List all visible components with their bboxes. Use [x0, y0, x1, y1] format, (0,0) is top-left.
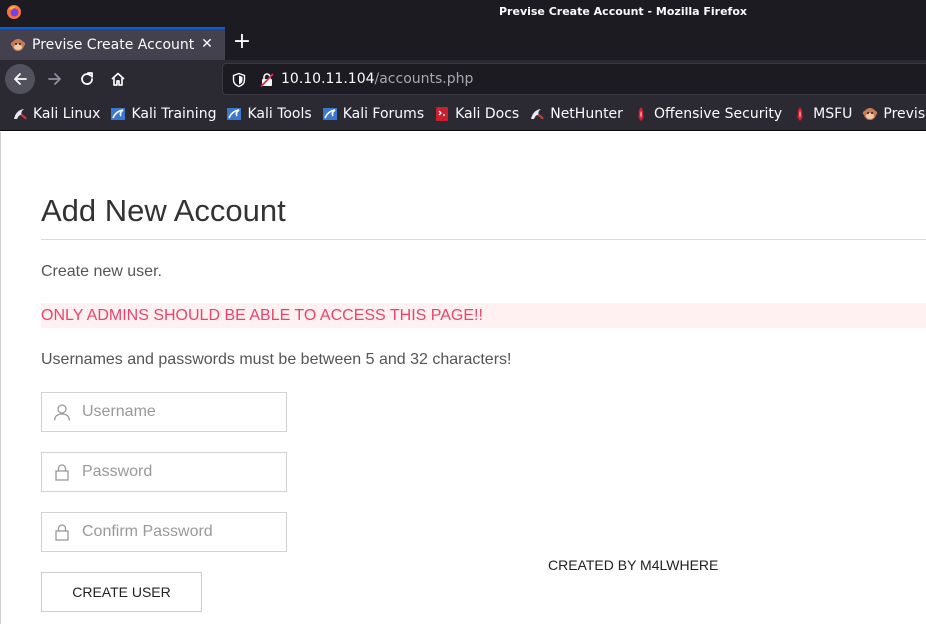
- home-button[interactable]: [103, 64, 133, 94]
- kali-dragon-icon: [14, 109, 27, 120]
- window-titlebar: Previse Create Account - Mozilla Firefox: [0, 0, 926, 24]
- url-text[interactable]: 10.10.11.104/accounts.php: [281, 71, 473, 87]
- home-icon: [111, 72, 125, 86]
- bookmark-kali-docs[interactable]: Kali Docs: [434, 106, 519, 122]
- monkey-favicon-icon: [10, 38, 26, 51]
- kali-tools-icon: [227, 108, 242, 120]
- new-tab-button[interactable]: +: [230, 28, 254, 56]
- offsec-icon: [638, 107, 644, 121]
- arrow-left-icon: [14, 73, 27, 85]
- forward-button[interactable]: [40, 64, 70, 94]
- bookmark-label: Kali Linux: [33, 106, 101, 122]
- bookmark-kali-tools[interactable]: Kali Tools: [226, 106, 312, 122]
- bookmark-label: Kali Training: [131, 106, 217, 122]
- confirm-password-field[interactable]: [41, 512, 287, 552]
- create-user-button[interactable]: CREATE USER: [41, 572, 202, 612]
- page-content: Add New Account Create new user. ONLY AD…: [0, 132, 926, 624]
- tab-strip: Previse Create Account ✕ +: [0, 24, 926, 60]
- bookmark-label: Offensive Security: [653, 106, 783, 122]
- lock-icon: [55, 524, 69, 541]
- bookmark-label: Kali Forums: [342, 106, 425, 122]
- bookmark-msfu[interactable]: MSFU: [792, 106, 852, 122]
- url-host: 10.10.11.104: [281, 71, 375, 87]
- tab-label: Previse Create Account: [32, 36, 195, 53]
- bookmark-previse[interactable]: Previse Lo: [862, 106, 926, 122]
- nethunter-icon: [531, 109, 545, 120]
- title-divider: [41, 239, 926, 240]
- bookmark-label: Kali Tools: [247, 106, 312, 122]
- password-field[interactable]: [41, 452, 287, 492]
- bookmark-kali-training[interactable]: Kali Training: [110, 106, 216, 122]
- footer-credit: CREATED BY M4LWHERE: [548, 557, 719, 573]
- reload-icon: [81, 72, 93, 85]
- bookmark-kali-linux[interactable]: Kali Linux: [12, 106, 100, 122]
- bookmark-label: NetHunter: [550, 106, 623, 122]
- arrow-right-icon: [48, 73, 61, 85]
- url-bar[interactable]: 10.10.11.104/accounts.php: [222, 63, 926, 95]
- kali-training-icon: [111, 108, 126, 120]
- tab-previse-create-account[interactable]: Previse Create Account ✕: [0, 27, 225, 60]
- confirm-password-input[interactable]: [82, 514, 282, 550]
- bookmark-label: Previse Lo: [883, 106, 926, 122]
- back-button[interactable]: [5, 64, 35, 94]
- username-input[interactable]: [82, 394, 282, 430]
- user-icon: [53, 404, 71, 421]
- page-title: Add New Account: [41, 193, 286, 228]
- bookmark-nethunter[interactable]: NetHunter: [529, 106, 623, 122]
- previse-icon: [863, 108, 878, 120]
- length-requirement-text: Usernames and passwords must be between …: [41, 351, 512, 368]
- tracking-shield-icon[interactable]: [231, 72, 247, 88]
- navigation-toolbar: 10.10.11.104/accounts.php: [0, 60, 926, 98]
- msfu-icon: [797, 107, 803, 121]
- page-subtitle: Create new user.: [41, 263, 162, 280]
- bookmark-label: Kali Docs: [455, 106, 520, 122]
- reload-button[interactable]: [72, 64, 102, 94]
- window-title: Previse Create Account - Mozilla Firefox: [499, 5, 747, 18]
- lock-icon: [55, 464, 69, 481]
- bookmark-offensive-security[interactable]: Offensive Security: [633, 106, 782, 122]
- kali-forums-icon: [322, 108, 337, 120]
- admin-warning-alert: ONLY ADMINS SHOULD BE ABLE TO ACCESS THI…: [41, 303, 926, 328]
- url-path: /accounts.php: [374, 71, 474, 87]
- bookmarks-toolbar: Kali Linux Kali Training Kali Tools Kali…: [0, 98, 926, 131]
- insecure-lock-icon[interactable]: [259, 72, 275, 88]
- bookmark-kali-forums[interactable]: Kali Forums: [322, 106, 424, 122]
- password-input[interactable]: [82, 454, 282, 490]
- close-tab-icon[interactable]: ✕: [199, 36, 215, 52]
- bookmark-label: MSFU: [813, 106, 853, 122]
- kali-docs-icon: [436, 107, 449, 121]
- username-field[interactable]: [41, 392, 287, 432]
